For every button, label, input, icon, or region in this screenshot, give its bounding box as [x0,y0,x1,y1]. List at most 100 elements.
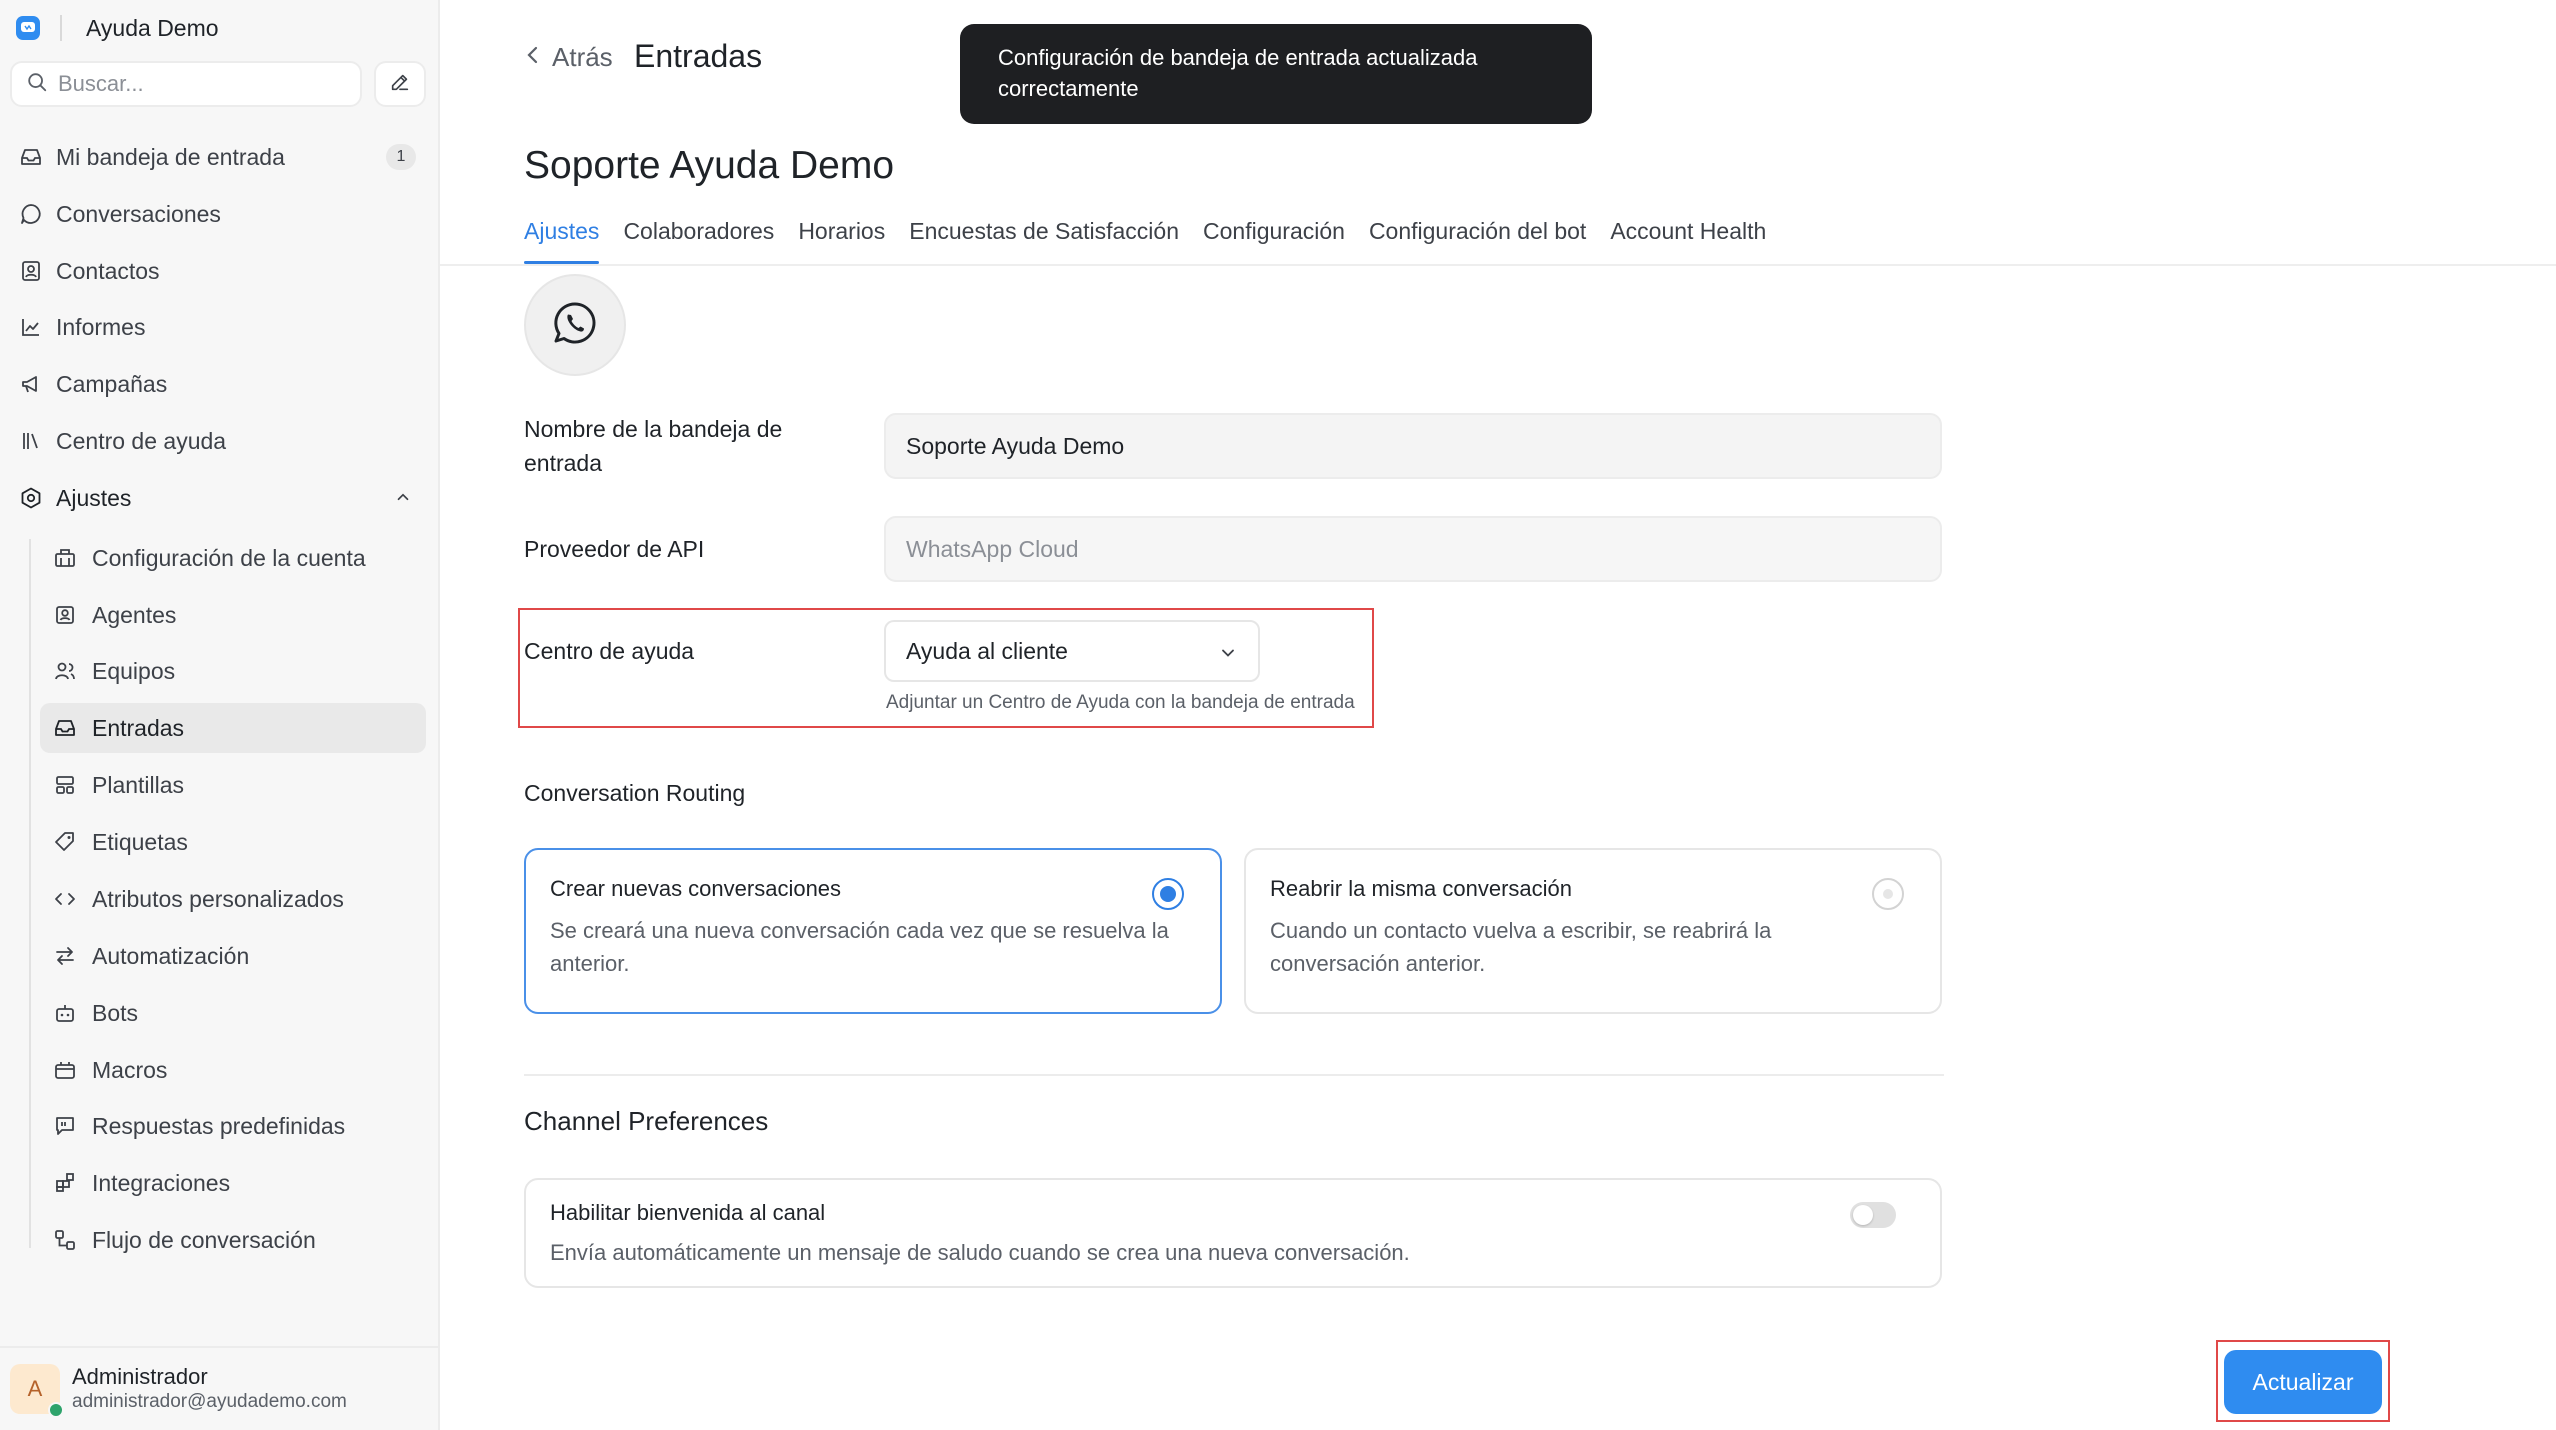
profile-email: administrador@ayudademo.com [72,1391,347,1412]
inbox-name-value: Soporte Ayuda Demo [906,432,1125,459]
sidebar-item-custom-attributes[interactable]: Atributos personalizados [40,874,426,924]
back-button[interactable]: Atrás [524,42,613,73]
main-content: Atrás Entradas Configuración de bandeja … [440,0,2556,1430]
avatar-initial: A [27,1376,43,1401]
chevron-left-icon [524,42,542,73]
channel-welcome-description: Envía automáticamente un mensaje de salu… [550,1240,1410,1265]
sidebar-item-label: Campañas [56,370,168,397]
sidebar-item-automation[interactable]: Automatización [40,931,426,981]
arrows-swap-icon [52,943,78,969]
sidebar-item-label: Integraciones [92,1169,231,1196]
users-icon [52,658,78,684]
help-center-select[interactable]: Ayuda al cliente [884,620,1260,682]
page-title: Entradas [634,38,763,74]
canned-reply-icon [52,1113,78,1139]
routing-option-reopen-conversation[interactable]: Reabrir la misma conversación Cuando un … [1244,848,1942,1014]
sidebar-item-account-settings[interactable]: Configuración de la cuenta [40,533,426,583]
pencil-icon [389,71,411,98]
template-icon [52,772,78,798]
sidebar-item-conversation-flow[interactable]: Flujo de conversación [40,1215,426,1265]
code-icon [52,886,78,912]
sidebar-item-reports[interactable]: Informes [8,302,426,352]
sidebar-item-agents[interactable]: Agentes [40,590,426,640]
routing-option-description: Cuando un contacto vuelva a escribir, se… [1270,918,1772,976]
sidebar-item-my-inbox[interactable]: Mi bandeja de entrada 1 [8,132,426,182]
routing-radio-unselected[interactable] [1872,878,1904,910]
whatsapp-icon [551,299,599,352]
tab-bot-configuration[interactable]: Configuración del bot [1369,214,1586,264]
tabs-divider [440,264,2556,266]
brand-divider [60,15,62,41]
tab-settings[interactable]: Ajustes [524,214,600,264]
agent-card-icon [52,602,78,628]
unread-count-badge: 1 [386,144,416,170]
sidebar-item-teams[interactable]: Equipos [40,646,426,696]
bot-icon [52,1000,78,1026]
sidebar-item-label: Conversaciones [56,200,221,227]
inbox-icon [18,144,44,170]
user-profile[interactable]: A Administrador administrador@ayudademo.… [0,1346,440,1430]
tab-business-hours[interactable]: Horarios [798,214,885,264]
routing-section-title: Conversation Routing [524,780,746,806]
tab-configuration[interactable]: Configuración [1203,214,1345,264]
sidebar-item-settings[interactable]: Ajustes [8,473,426,523]
routing-radio-selected[interactable] [1152,878,1184,910]
chat-bubble-icon [18,201,44,227]
search-input[interactable] [58,71,348,97]
sidebar-item-label: Configuración de la cuenta [92,544,366,571]
tab-collaborators[interactable]: Colaboradores [623,214,774,264]
megaphone-icon [18,371,44,397]
sidebar-item-conversations[interactable]: Conversaciones [8,189,426,239]
building-icon [52,545,78,571]
sidebar-item-contacts[interactable]: Contactos [8,246,426,296]
api-provider-value: WhatsApp Cloud [906,535,1079,562]
tag-icon [52,829,78,855]
sidebar-item-templates[interactable]: Plantillas [40,760,426,810]
avatar: A [10,1364,64,1418]
sidebar-item-label: Contactos [56,257,160,284]
sidebar-item-integrations[interactable]: Integraciones [40,1158,426,1208]
inbox-icon [52,715,78,741]
brand-name: Ayuda Demo [86,14,219,41]
sidebar-item-bots[interactable]: Bots [40,988,426,1038]
channel-avatar [524,274,626,376]
help-center-hint: Adjuntar un Centro de Ayuda con la bande… [886,692,1355,713]
app-root: Ayuda Demo Mi bandeja de entrada 1 C [0,0,2556,1430]
sidebar: Ayuda Demo Mi bandeja de entrada 1 C [0,0,440,1430]
update-button[interactable]: Actualizar [2224,1350,2382,1414]
puzzle-grid-icon [52,1170,78,1196]
sidebar-item-label: Centro de ayuda [56,427,227,454]
sidebar-item-label: Bots [92,999,139,1026]
help-center-selected-value: Ayuda al cliente [906,637,1068,664]
sidebar-item-canned-responses[interactable]: Respuestas predefinidas [40,1101,426,1151]
routing-option-new-conversation[interactable]: Crear nuevas conversaciones Se creará un… [524,848,1222,1014]
sidebar-item-label: Plantillas [92,771,185,798]
channel-welcome-toggle[interactable] [1850,1202,1896,1228]
inbox-name-title: Soporte Ayuda Demo [524,144,895,187]
inbox-name-field[interactable]: Soporte Ayuda Demo [884,413,1942,479]
api-provider-field: WhatsApp Cloud [884,516,1942,582]
sidebar-item-campaigns[interactable]: Campañas [8,359,426,409]
contact-card-icon [18,258,44,284]
back-label: Atrás [552,42,613,72]
api-provider-label: Proveedor de API [524,536,705,562]
search-icon [26,71,48,98]
tab-csat-surveys[interactable]: Encuestas de Satisfacción [909,214,1179,264]
search-box[interactable] [10,61,362,107]
compose-button[interactable] [374,61,426,107]
sidebar-item-label: Atributos personalizados [92,885,344,912]
brand[interactable]: Ayuda Demo [16,12,219,44]
profile-text: Administrador administrador@ayudademo.co… [72,1364,347,1414]
sidebar-item-label: Equipos [92,657,176,684]
sidebar-item-macros[interactable]: Macros [40,1045,426,1095]
sidebar-item-inboxes[interactable]: Entradas [40,703,426,753]
line-chart-icon [18,314,44,340]
sidebar-item-labels[interactable]: Etiquetas [40,817,426,867]
channel-preferences-title: Channel Preferences [524,1106,769,1136]
library-icon [18,428,44,454]
sidebar-item-help-center[interactable]: Centro de ayuda [8,416,426,466]
inbox-name-label: Nombre de la bandeja de entrada [524,416,783,476]
settings-tabs: Ajustes Colaboradores Horarios Encuestas… [524,214,1790,264]
channel-welcome-title: Habilitar bienvenida al canal [550,1200,826,1225]
tab-account-health[interactable]: Account Health [1610,214,1766,264]
